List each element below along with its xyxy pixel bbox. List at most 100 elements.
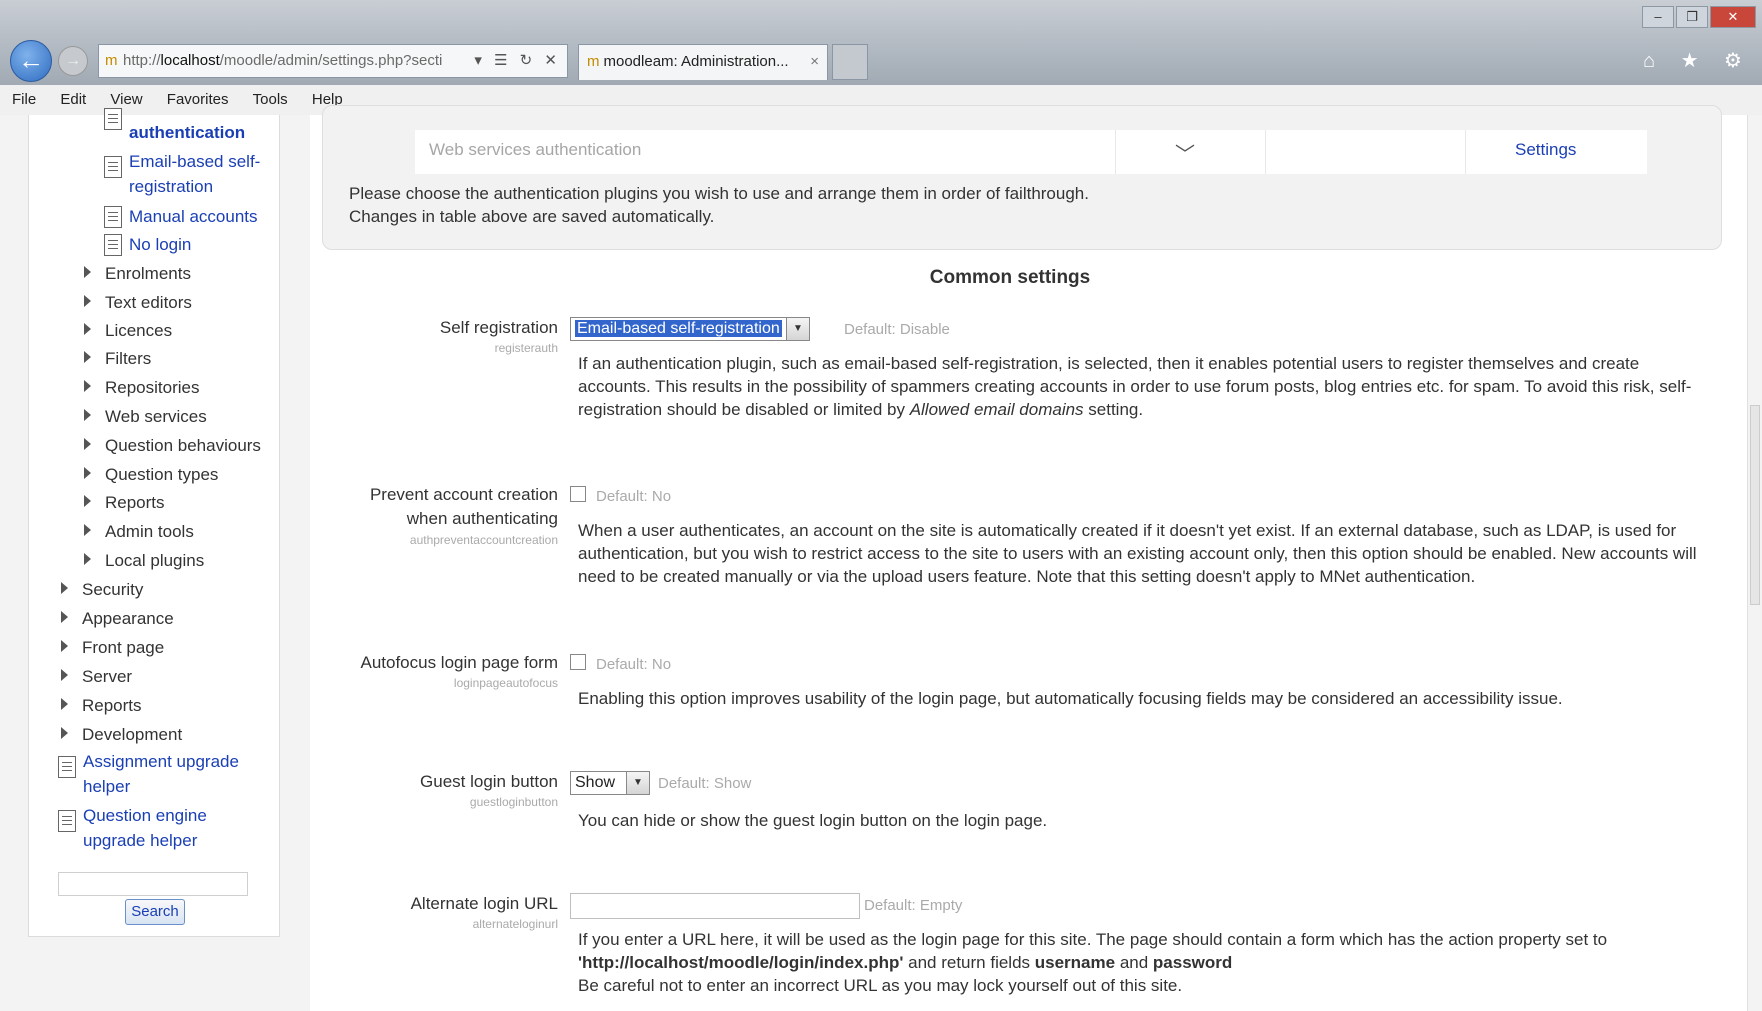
alternate-url-input[interactable] — [570, 893, 860, 919]
sidebar-item-text-editors[interactable]: Text editors — [84, 291, 192, 315]
alternate-desc-line3: Be careful not to enter an incorrect URL… — [578, 976, 1183, 995]
sidebar-item-label: Question behaviours — [105, 436, 261, 455]
selfreg-label: Self registration — [439, 318, 558, 337]
autofocus-checkbox[interactable] — [570, 654, 586, 670]
sidebar-item-question-types[interactable]: Question types — [84, 463, 218, 487]
collapsed-arrow-icon — [84, 495, 91, 507]
main-content: Web services authentication ﹀ Settings P… — [310, 105, 1762, 1011]
collapsed-arrow-icon — [84, 467, 91, 479]
sidebar-item-label: Filters — [105, 349, 152, 368]
alternate-desc-password: password — [1152, 953, 1233, 972]
sidebar-item-admin-tools[interactable]: Admin tools — [84, 520, 194, 544]
new-tab-button[interactable] — [832, 44, 868, 80]
collapsed-arrow-icon — [84, 409, 91, 421]
address-bar[interactable]: m http://localhost/moodle/admin/settings.… — [98, 44, 568, 78]
sidebar-item-label: Admin tools — [105, 522, 194, 541]
moodle-tab-favicon-icon: m — [587, 53, 600, 70]
auth-plugin-settings-link[interactable]: Settings — [1515, 140, 1576, 160]
prevent-checkbox[interactable] — [570, 486, 586, 502]
scrollbar-thumb[interactable] — [1750, 405, 1760, 605]
sidebar-item-label: Appearance — [82, 609, 174, 628]
sidebar-item-question-engine-line2[interactable]: upgrade helper — [83, 829, 197, 853]
table-divider — [1115, 130, 1116, 174]
menu-favorites[interactable]: Favorites — [167, 85, 229, 115]
collapsed-arrow-icon — [84, 295, 91, 307]
document-icon — [58, 810, 76, 832]
sidebar-item-assignment-upgrade-line2[interactable]: helper — [83, 775, 130, 799]
sidebar-item-question-engine-line1[interactable]: Question engine — [83, 804, 207, 828]
sidebar-item-label: Development — [82, 725, 183, 744]
document-icon — [58, 756, 76, 778]
sidebar-item-repositories[interactable]: Repositories — [84, 376, 200, 400]
sidebar-item-server[interactable]: Server — [61, 665, 132, 689]
sidebar-item-no-login[interactable]: No login — [129, 233, 191, 257]
collapsed-arrow-icon — [84, 351, 91, 363]
collapsed-arrow-icon — [84, 524, 91, 536]
auth-plugin-name: Web services authentication — [429, 140, 642, 159]
document-icon — [104, 206, 122, 228]
sidebar-item-licences[interactable]: Licences — [84, 319, 172, 343]
sidebar-item-assignment-upgrade-line1[interactable]: Assignment upgrade — [83, 750, 239, 774]
table-divider — [1465, 130, 1466, 174]
sidebar-item-reports-sub[interactable]: Reports — [84, 491, 165, 515]
prevent-label-line2: when authenticating — [406, 509, 558, 528]
address-host: localhost — [160, 52, 220, 69]
table-divider — [1265, 130, 1266, 174]
sidebar-item-reports[interactable]: Reports — [61, 694, 142, 718]
browser-titlebar: ← → m http://localhost/moodle/admin/setti… — [0, 0, 1762, 92]
sidebar-item-manual-accounts[interactable]: Manual accounts — [129, 205, 258, 229]
sidebar-item-security[interactable]: Security — [61, 578, 143, 602]
sidebar-item-label: Licences — [105, 321, 173, 340]
collapsed-arrow-icon — [61, 727, 68, 739]
address-controls[interactable]: ▾ ☰ ↻ ✕ — [474, 45, 561, 77]
minimize-button[interactable]: – — [1642, 6, 1674, 28]
forward-arrow-icon[interactable]: → — [58, 46, 88, 76]
sidebar-item-appearance[interactable]: Appearance — [61, 607, 174, 631]
menu-edit[interactable]: Edit — [60, 85, 86, 115]
tab-close-icon[interactable]: × — [810, 45, 819, 79]
auth-plugins-note: Please choose the authentication plugins… — [349, 182, 1089, 228]
document-icon — [104, 234, 122, 256]
sidebar-item-label: Web services — [105, 407, 207, 426]
alternate-description: If you enter a URL here, it will be used… — [578, 928, 1708, 997]
collapsed-arrow-icon — [84, 553, 91, 565]
sidebar-search-input[interactable] — [58, 872, 248, 896]
restore-button[interactable]: ❐ — [1676, 6, 1708, 28]
selfreg-desc-tail: setting. — [1083, 400, 1144, 419]
sidebar-item-local-plugins[interactable]: Local plugins — [84, 549, 204, 573]
menu-file[interactable]: File — [12, 85, 36, 115]
prevent-default: Default: No — [596, 488, 672, 505]
sidebar-item-development[interactable]: Development — [61, 723, 182, 747]
sidebar-item-question-behaviours[interactable]: Question behaviours — [84, 434, 261, 458]
vertical-scrollbar[interactable] — [1747, 115, 1762, 1011]
collapsed-arrow-icon — [84, 380, 91, 392]
window-close-button[interactable]: ✕ — [1710, 6, 1756, 28]
address-prefix: http:// — [123, 52, 161, 69]
sidebar-item-manage-authentication[interactable]: authentication — [129, 121, 245, 145]
collapsed-arrow-icon — [61, 698, 68, 710]
selfreg-desc-emphasis: Allowed email domains — [909, 400, 1084, 419]
sidebar-item-enrolments[interactable]: Enrolments — [84, 262, 191, 286]
sidebar-item-email-based-line2[interactable]: registration — [129, 175, 213, 199]
address-path: /moodle/admin/settings.php?secti — [219, 52, 443, 69]
sidebar-item-label: Repositories — [105, 378, 200, 397]
tab-moodle-administration[interactable]: m moodleam: Administration... × — [578, 44, 828, 80]
sidebar-item-email-based-line1[interactable]: Email-based self- — [129, 150, 260, 174]
move-down-icon[interactable]: ﹀ — [1175, 138, 1195, 167]
sidebar-item-web-services[interactable]: Web services — [84, 405, 207, 429]
back-arrow-icon[interactable]: ← — [10, 40, 52, 82]
guest-description: You can hide or show the guest login but… — [578, 811, 1048, 830]
collapsed-arrow-icon — [61, 640, 68, 652]
sidebar-item-filters[interactable]: Filters — [84, 347, 151, 371]
guest-select[interactable]: Show ▼ — [570, 771, 650, 795]
auth-note-line2: Changes in table above are saved automat… — [349, 207, 715, 226]
selfreg-select[interactable]: Email-based self-registration ▼ — [570, 317, 810, 341]
home-favorites-tools-icons[interactable]: ⌂ ★ ⚙ — [1643, 48, 1752, 73]
alternate-desc-username: username — [1034, 953, 1116, 972]
sidebar-item-front-page[interactable]: Front page — [61, 636, 164, 660]
menu-tools[interactable]: Tools — [253, 85, 288, 115]
sidebar-item-label: Local plugins — [105, 551, 205, 570]
guest-key: guestloginbutton — [469, 795, 558, 809]
autofocus-label: Autofocus login page form — [360, 653, 558, 672]
sidebar-search-button[interactable]: Search — [125, 899, 185, 925]
